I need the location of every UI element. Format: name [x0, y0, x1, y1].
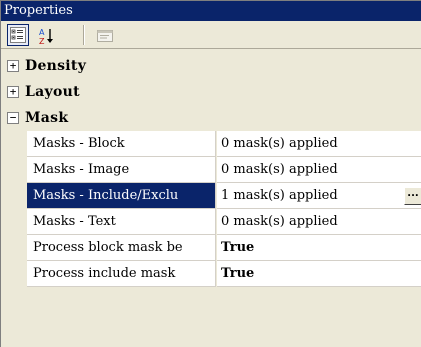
svg-text:A: A — [39, 28, 45, 37]
property-value[interactable]: 0 mask(s) applied — [217, 131, 421, 157]
category-label: Density — [25, 58, 87, 74]
property-row-masks-image[interactable]: Masks - Image 0 mask(s) applied — [1, 157, 421, 183]
expand-icon[interactable]: + — [7, 86, 19, 98]
property-name[interactable]: Process block mask be — [27, 235, 216, 261]
category-label: Mask — [25, 110, 69, 126]
expand-icon[interactable]: + — [7, 60, 19, 72]
property-pages-button[interactable] — [93, 24, 115, 46]
sort-az-icon: A Z — [39, 28, 53, 45]
svg-text:Z: Z — [39, 37, 45, 45]
toolbar-separator — [83, 25, 85, 45]
property-name[interactable]: Masks - Image — [27, 157, 216, 183]
property-value[interactable]: 1 mask(s) applied ... — [217, 183, 421, 209]
property-value[interactable]: 0 mask(s) applied — [217, 157, 421, 183]
property-value[interactable]: True — [217, 261, 421, 287]
property-name[interactable]: Masks - Block — [27, 131, 216, 157]
property-row-masks-block[interactable]: Masks - Block 0 mask(s) applied — [1, 131, 421, 157]
category-density[interactable]: + Density — [1, 53, 421, 79]
property-pages-icon — [97, 30, 113, 42]
property-row-masks-text[interactable]: Masks - Text 0 mask(s) applied — [1, 209, 421, 235]
category-mask[interactable]: − Mask — [1, 105, 421, 131]
property-name[interactable]: Masks - Include/Exclu — [27, 183, 216, 209]
ellipsis-button[interactable]: ... — [404, 187, 421, 205]
properties-toolbar: A Z — [1, 21, 421, 49]
property-row-process-include-mask[interactable]: Process include mask True — [1, 261, 421, 287]
property-row-process-block-mask[interactable]: Process block mask be True — [1, 235, 421, 261]
categorized-view-button[interactable] — [7, 24, 29, 46]
property-name[interactable]: Masks - Text — [27, 209, 216, 235]
categorized-icon — [10, 27, 26, 43]
property-name[interactable]: Process include mask — [27, 261, 216, 287]
collapse-icon[interactable]: − — [7, 112, 19, 124]
property-value[interactable]: True — [217, 235, 421, 261]
property-value-text: 1 mask(s) applied — [221, 188, 338, 203]
property-value[interactable]: 0 mask(s) applied — [217, 209, 421, 235]
category-label: Layout — [25, 84, 80, 100]
alphabetical-sort-button[interactable]: A Z — [35, 24, 57, 46]
category-layout[interactable]: + Layout — [1, 79, 421, 105]
properties-panel: Properties A Z + Density + Layout − Mask… — [0, 0, 421, 347]
panel-title: Properties — [1, 1, 421, 21]
property-grid: + Density + Layout − Mask Masks - Block … — [1, 49, 421, 347]
property-row-masks-include-exclude[interactable]: Masks - Include/Exclu 1 mask(s) applied … — [1, 183, 421, 209]
